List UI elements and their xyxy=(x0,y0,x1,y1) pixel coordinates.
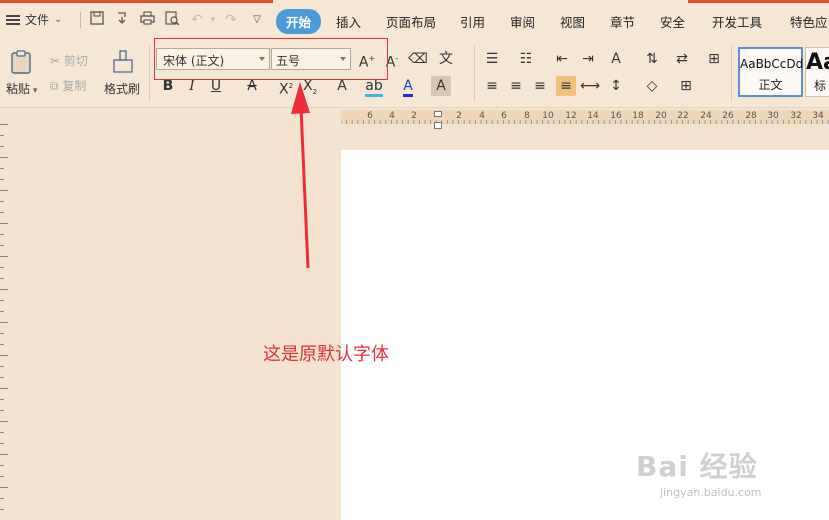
watermark-url: jingyan.baidu.com xyxy=(660,486,762,499)
annotation-text: 这是原默认字体 xyxy=(263,344,389,365)
baidu-watermark-logo: Bai 经验 xyxy=(636,445,758,485)
annotation-arrow xyxy=(291,82,310,269)
watermark-text: Bai 经验 xyxy=(636,450,758,483)
